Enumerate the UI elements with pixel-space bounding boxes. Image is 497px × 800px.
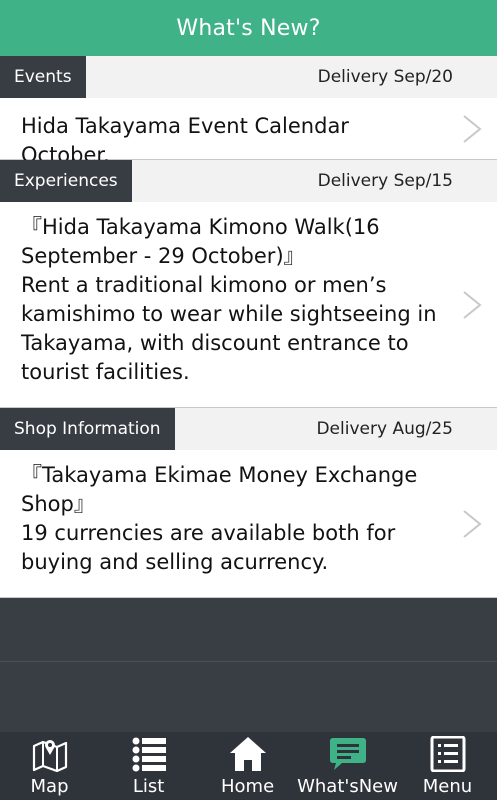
chevron-right-icon [463, 290, 482, 319]
map-icon [32, 740, 67, 772]
tab-home[interactable]: Home [198, 732, 297, 800]
chat-bubble-icon [329, 738, 366, 770]
chevron-right-icon [463, 509, 482, 538]
tab-menu[interactable]: Menu [398, 732, 497, 800]
news-item-event-calendar[interactable]: Hida Takayama Event Calendar October. [0, 98, 497, 167]
news-item-text: 『Takayama Ekimae Money Exchange Shop』 19… [21, 463, 418, 574]
delivery-date: Delivery Sep/15 [317, 171, 453, 191]
tab-label: What'sNew [297, 776, 398, 797]
news-list: Events Delivery Sep/20 Hida Takayama Eve… [0, 56, 497, 598]
tab-map[interactable]: Map [0, 732, 99, 800]
list-icon [132, 737, 166, 772]
tab-list[interactable]: List [99, 732, 198, 800]
news-item-text: 『Hida Takayama Kimono Walk(16 September … [21, 215, 437, 384]
menu-icon [430, 736, 465, 772]
tab-label: Map [30, 776, 69, 797]
empty-area [0, 598, 497, 732]
news-section-header-experiences: Experiences Delivery Sep/15 [0, 160, 497, 202]
delivery-date: Delivery Aug/25 [316, 419, 453, 439]
delivery-date: Delivery Sep/20 [317, 67, 453, 87]
chevron-right-icon [463, 114, 482, 143]
news-section-header-shop: Shop Information Delivery Aug/25 [0, 408, 497, 450]
tab-label: Menu [422, 776, 473, 797]
page-title: What's New? [176, 15, 321, 41]
news-item-kimono-walk[interactable]: 『Hida Takayama Kimono Walk(16 September … [0, 202, 497, 408]
category-tag: Shop Information [0, 408, 175, 450]
app-header: What's New? [0, 0, 497, 56]
category-tag: Events [0, 56, 86, 98]
tab-label: Home [221, 776, 275, 797]
category-tag: Experiences [0, 160, 132, 202]
tab-label: List [132, 776, 165, 797]
divider [0, 661, 497, 662]
tab-whats-new[interactable]: What'sNew [297, 732, 398, 800]
home-icon [229, 737, 266, 771]
bottom-tab-bar: Map List Home What'sNew Menu [0, 732, 497, 800]
news-section-header-events: Events Delivery Sep/20 [0, 56, 497, 98]
news-item-money-exchange[interactable]: 『Takayama Ekimae Money Exchange Shop』 19… [0, 450, 497, 598]
